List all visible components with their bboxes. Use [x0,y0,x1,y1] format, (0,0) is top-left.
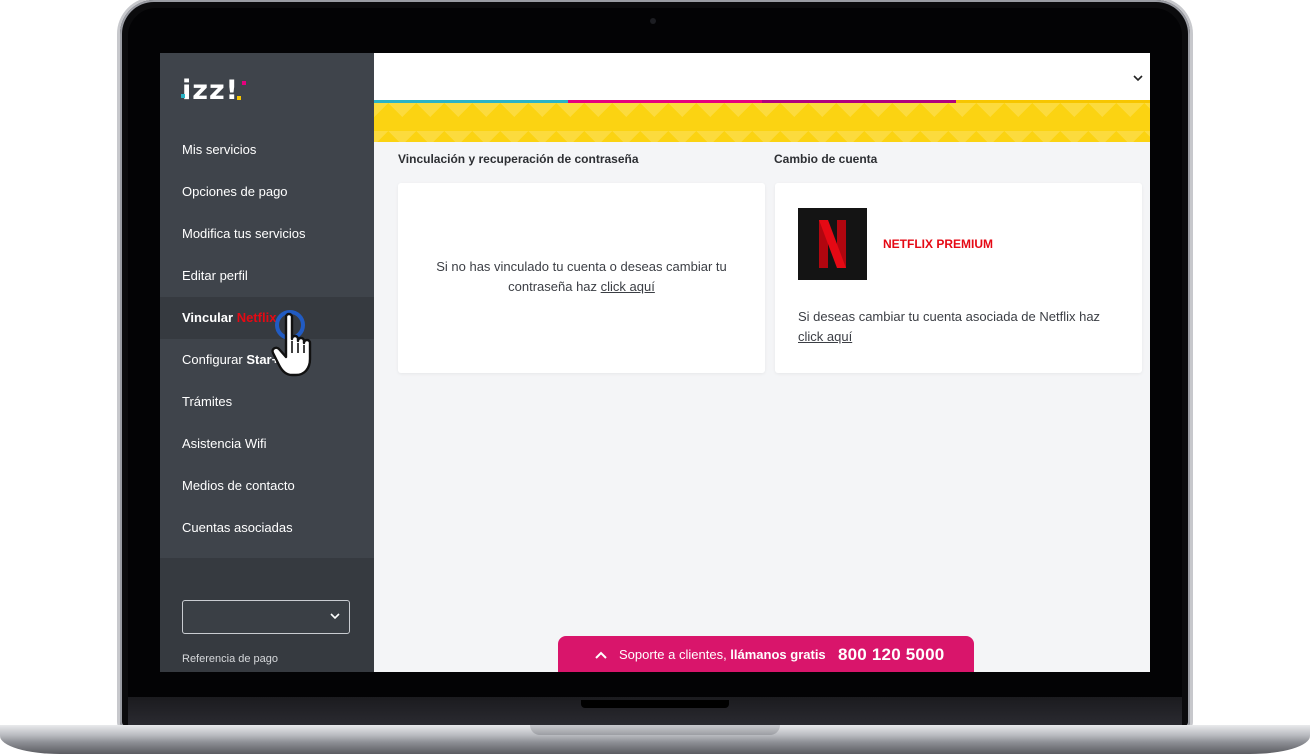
sidebar-item-editar-perfil[interactable]: Editar perfil [160,255,374,297]
sidebar-item-label: Opciones de pago [182,184,288,199]
sidebar-item-label: Modifica tus servicios [182,226,306,241]
chevron-down-icon[interactable] [1132,72,1144,84]
logo-dot-icon [237,96,241,100]
sidebar-item-label: Cuentas asociadas [182,520,293,535]
camera-icon [650,18,656,24]
sidebar-item-label: Asistencia Wifi [182,436,267,451]
logo-text: izz! [182,75,239,106]
app-screen: izz! Mis servicios Opciones de pago Modi… [160,53,1150,672]
vinculacion-click-link[interactable]: click aquí [601,279,655,294]
sidebar-nav: Mis servicios Opciones de pago Modifica … [160,129,374,549]
sidebar-item-label: Editar perfil [182,268,248,283]
laptop-base-lip [530,725,780,735]
sidebar-item-cuentas-asociadas[interactable]: Cuentas asociadas [160,507,374,549]
sidebar-item-opciones-de-pago[interactable]: Opciones de pago [160,171,374,213]
support-button[interactable]: Soporte a clientes, llámanos gratis 800 … [558,636,974,672]
sidebar-item-label: Trámites [182,394,233,409]
support-text: Soporte a clientes, llámanos gratis [619,647,826,662]
account-select[interactable] [182,600,350,634]
vinculacion-description: Si no has vinculado tu cuenta o deseas c… [436,259,727,294]
sidebar-item-vincular-netflix[interactable]: Vincular Netflix [160,297,374,339]
sidebar-item-configurar-star[interactable]: Configurar Star+ [160,339,374,381]
laptop-hinge-notch [581,700,729,708]
sidebar-item-label: Configurar [182,352,247,367]
chevron-down-icon [330,613,340,620]
cambio-cuenta-click-link[interactable]: click aquí [798,329,852,344]
vinculacion-card: Si no has vinculado tu cuenta o deseas c… [398,183,765,373]
cambio-cuenta-text: Si deseas cambiar tu cuenta asociada de … [798,307,1122,347]
sidebar: izz! Mis servicios Opciones de pago Modi… [160,53,374,672]
logo-dot-icon [181,94,185,98]
netflix-logo-icon [798,208,867,280]
izzi-logo[interactable]: izz! [181,75,246,106]
section-title-vinculacion: Vinculación y recuperación de contraseña [398,152,639,166]
sidebar-item-modifica-tus-servicios[interactable]: Modifica tus servicios [160,213,374,255]
sidebar-item-asistencia-wifi[interactable]: Asistencia Wifi [160,423,374,465]
sidebar-item-label: Medios de contacto [182,478,295,493]
logo-dot-icon [242,81,246,85]
top-bar [374,53,1150,100]
hero-banner [374,103,1150,142]
cambio-cuenta-card: NETFLIX PREMIUM Si deseas cambiar tu cue… [775,183,1142,373]
section-title-cambio-de-cuenta: Cambio de cuenta [774,152,878,166]
sidebar-item-tramites[interactable]: Trámites [160,381,374,423]
support-label: Soporte a clientes, [619,647,731,662]
sidebar-item-label: Mis servicios [182,142,257,157]
chevron-up-icon [595,651,607,659]
sidebar-item-medios-de-contacto[interactable]: Medios de contacto [160,465,374,507]
support-label-bold: llámanos gratis [730,647,826,662]
reference-label: Referencia de pago [182,653,279,665]
sidebar-item-label: Vincular [182,310,237,325]
support-phone: 800 120 5000 [838,645,945,664]
cambio-cuenta-description: Si deseas cambiar tu cuenta asociada de … [798,309,1101,324]
vinculacion-text: Si no has vinculado tu cuenta o deseas c… [418,257,745,297]
hand-cursor-icon [271,310,312,377]
netflix-product-title: NETFLIX PREMIUM [883,237,993,251]
netflix-n-icon [819,220,846,268]
sidebar-item-mis-servicios[interactable]: Mis servicios [160,129,374,171]
